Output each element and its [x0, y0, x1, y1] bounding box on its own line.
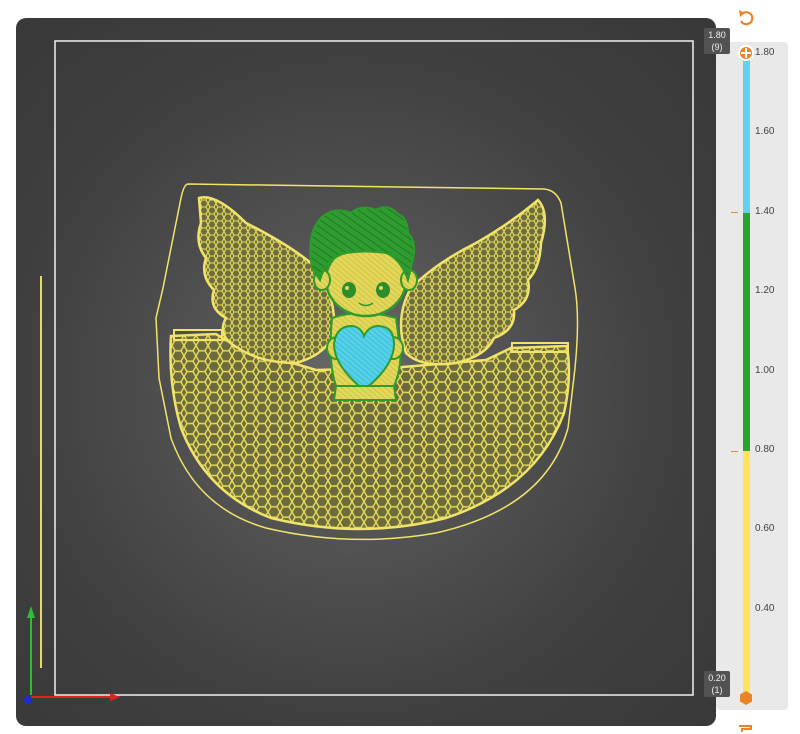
bottom-layer-value: 0.20 (1): [704, 671, 730, 697]
layer-range-bar[interactable]: [743, 55, 750, 698]
tick-label: 1.00: [755, 365, 775, 376]
tick-label: 0.80: [755, 444, 775, 455]
layer-segment-yellow: [743, 451, 750, 698]
plus-handle-icon[interactable]: [738, 45, 754, 61]
tick-label: 1.20: [755, 285, 775, 296]
tick-label: 0.40: [755, 603, 775, 614]
print-bed-scene: [24, 40, 694, 704]
top-layer-height: 1.80: [708, 30, 726, 40]
layer-slider-panel: [716, 42, 788, 710]
tick-label: 0.60: [755, 523, 775, 534]
settings-cog-icon[interactable]: [736, 724, 754, 734]
angel-right-eye: [376, 282, 390, 298]
tick-label: 1.60: [755, 126, 775, 137]
angel-left-eye: [342, 282, 356, 298]
bottom-layer-number: (1): [711, 685, 723, 695]
bottom-layer-height: 0.20: [708, 673, 726, 683]
layer-segment-green: [743, 213, 750, 451]
x-axis-arrow-icon: [31, 693, 120, 701]
tick-label: 1.80: [755, 47, 775, 58]
axis-origin: [24, 696, 32, 704]
layer-segment-cyan: [743, 55, 750, 213]
angel-legs: [332, 385, 398, 401]
tick-label: 1.40: [755, 206, 775, 217]
3d-preview-viewport[interactable]: [16, 18, 716, 726]
right-wing: [399, 198, 547, 366]
undo-arrow-icon[interactable]: [736, 8, 756, 28]
hexagon-handle-icon[interactable]: [738, 690, 754, 706]
y-axis-arrow-icon: [27, 606, 35, 695]
top-layer-number: (9): [711, 42, 723, 52]
color-change-mark: [731, 212, 738, 213]
color-change-mark: [731, 451, 738, 452]
top-layer-value: 1.80 (9): [704, 28, 730, 54]
